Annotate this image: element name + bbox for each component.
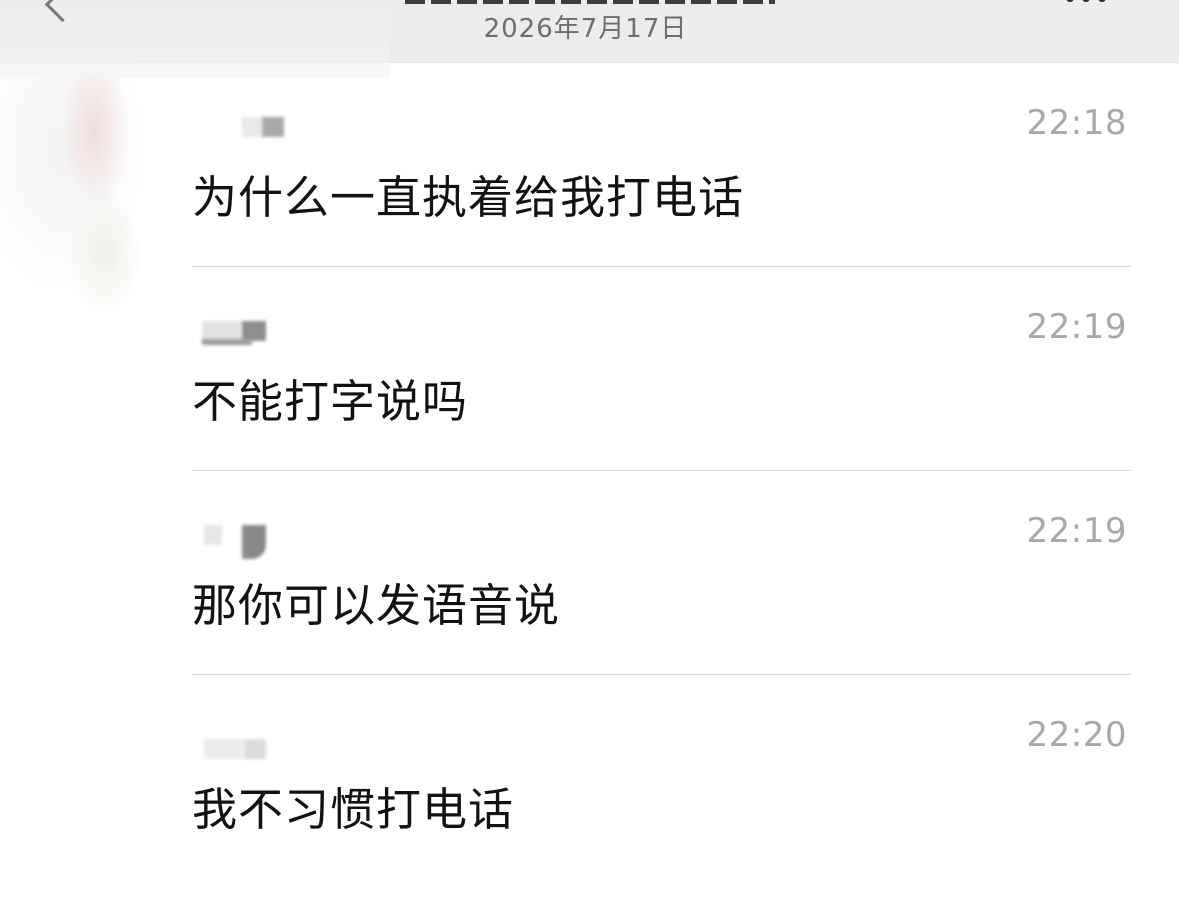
list-item[interactable]: 22:20 我不习惯打电话 <box>192 675 1131 879</box>
more-dots-icon[interactable] <box>1066 0 1106 2</box>
message-text: 那你可以发语音说 <box>192 579 561 632</box>
list-item[interactable]: 22:19 那你可以发语音说 <box>192 471 1131 675</box>
message-time: 22:19 <box>1026 307 1127 347</box>
list-item[interactable]: 22:18 为什么一直执着给我打电话 <box>192 63 1131 267</box>
chat-history-screen: 2026年7月17日 22:18 为什么一直执着给我打电话 22:19 不能打字… <box>0 0 1179 899</box>
message-text: 我不习惯打电话 <box>192 783 515 836</box>
message-time: 22:18 <box>1026 103 1127 143</box>
sender-name-redacted <box>198 525 288 559</box>
message-text: 不能打字说吗 <box>192 375 469 428</box>
header-bar: 2026年7月17日 <box>0 0 1179 78</box>
message-time: 22:19 <box>1026 511 1127 551</box>
sender-name-redacted <box>198 321 288 347</box>
sender-name-redacted <box>198 729 288 759</box>
message-time: 22:20 <box>1026 715 1127 755</box>
message-text: 为什么一直执着给我打电话 <box>192 171 745 224</box>
header-date: 2026年7月17日 <box>483 14 688 44</box>
list-item[interactable]: 22:19 不能打字说吗 <box>192 267 1131 471</box>
chat-title-cropped <box>405 0 775 4</box>
sender-name-redacted <box>198 117 288 143</box>
